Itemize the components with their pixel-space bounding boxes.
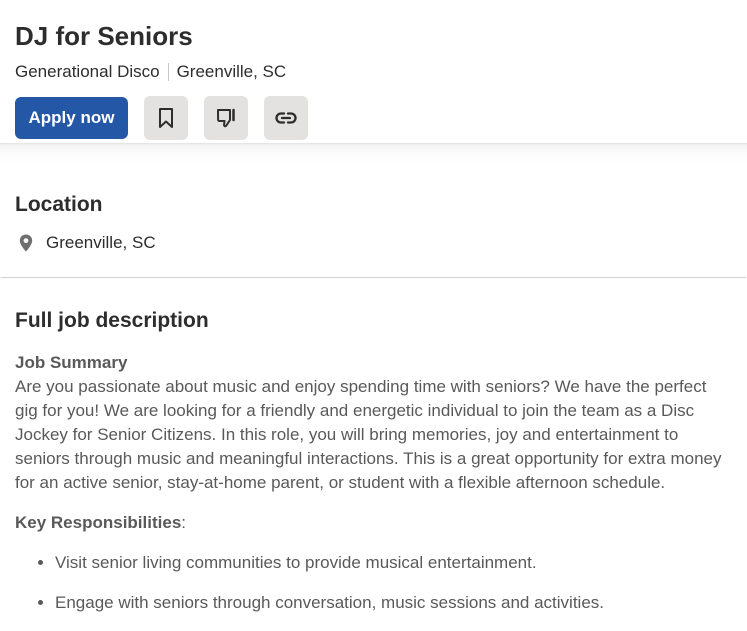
location-heading: Location [15, 193, 103, 216]
responsibilities-list: Visit senior living communities to provi… [15, 551, 732, 615]
location-row: Greenville, SC [15, 233, 732, 253]
description-heading: Full job description [15, 309, 209, 332]
save-job-button[interactable] [144, 96, 188, 140]
link-icon [275, 112, 297, 124]
list-item: Visit senior living communities to provi… [55, 551, 732, 575]
action-bar: Apply now [15, 96, 732, 140]
meta-divider [167, 63, 169, 81]
job-location: Greenville, SC [176, 62, 287, 81]
job-title: DJ for Seniors [15, 21, 193, 51]
header-shadow [0, 143, 747, 164]
thumbs-down-icon [217, 108, 235, 128]
responsibilities-colon: : [181, 513, 187, 532]
responsibilities-heading-row: Key Responsibilities: [15, 511, 732, 535]
location-section: Location Greenville, SC [0, 164, 747, 277]
location-value: Greenville, SC [46, 233, 156, 252]
summary-heading: Job Summary [15, 353, 128, 372]
job-header: DJ for Seniors Generational Disco Greenv… [0, 0, 747, 143]
job-meta: Generational Disco Greenville, SC [15, 62, 732, 82]
apply-now-button[interactable]: Apply now [15, 97, 128, 139]
responsibilities-heading: Key Responsibilities [15, 513, 182, 532]
bookmark-icon [159, 108, 173, 128]
summary-text: Are you passionate about music and enjoy… [15, 377, 722, 492]
job-description-section: Full job description Job Summary Are you… [0, 278, 747, 615]
not-interested-button[interactable] [204, 96, 248, 140]
company-name[interactable]: Generational Disco [15, 62, 160, 82]
map-pin-icon [19, 234, 33, 252]
copy-link-button[interactable] [264, 96, 308, 140]
list-item: Engage with seniors through conversation… [55, 591, 732, 615]
